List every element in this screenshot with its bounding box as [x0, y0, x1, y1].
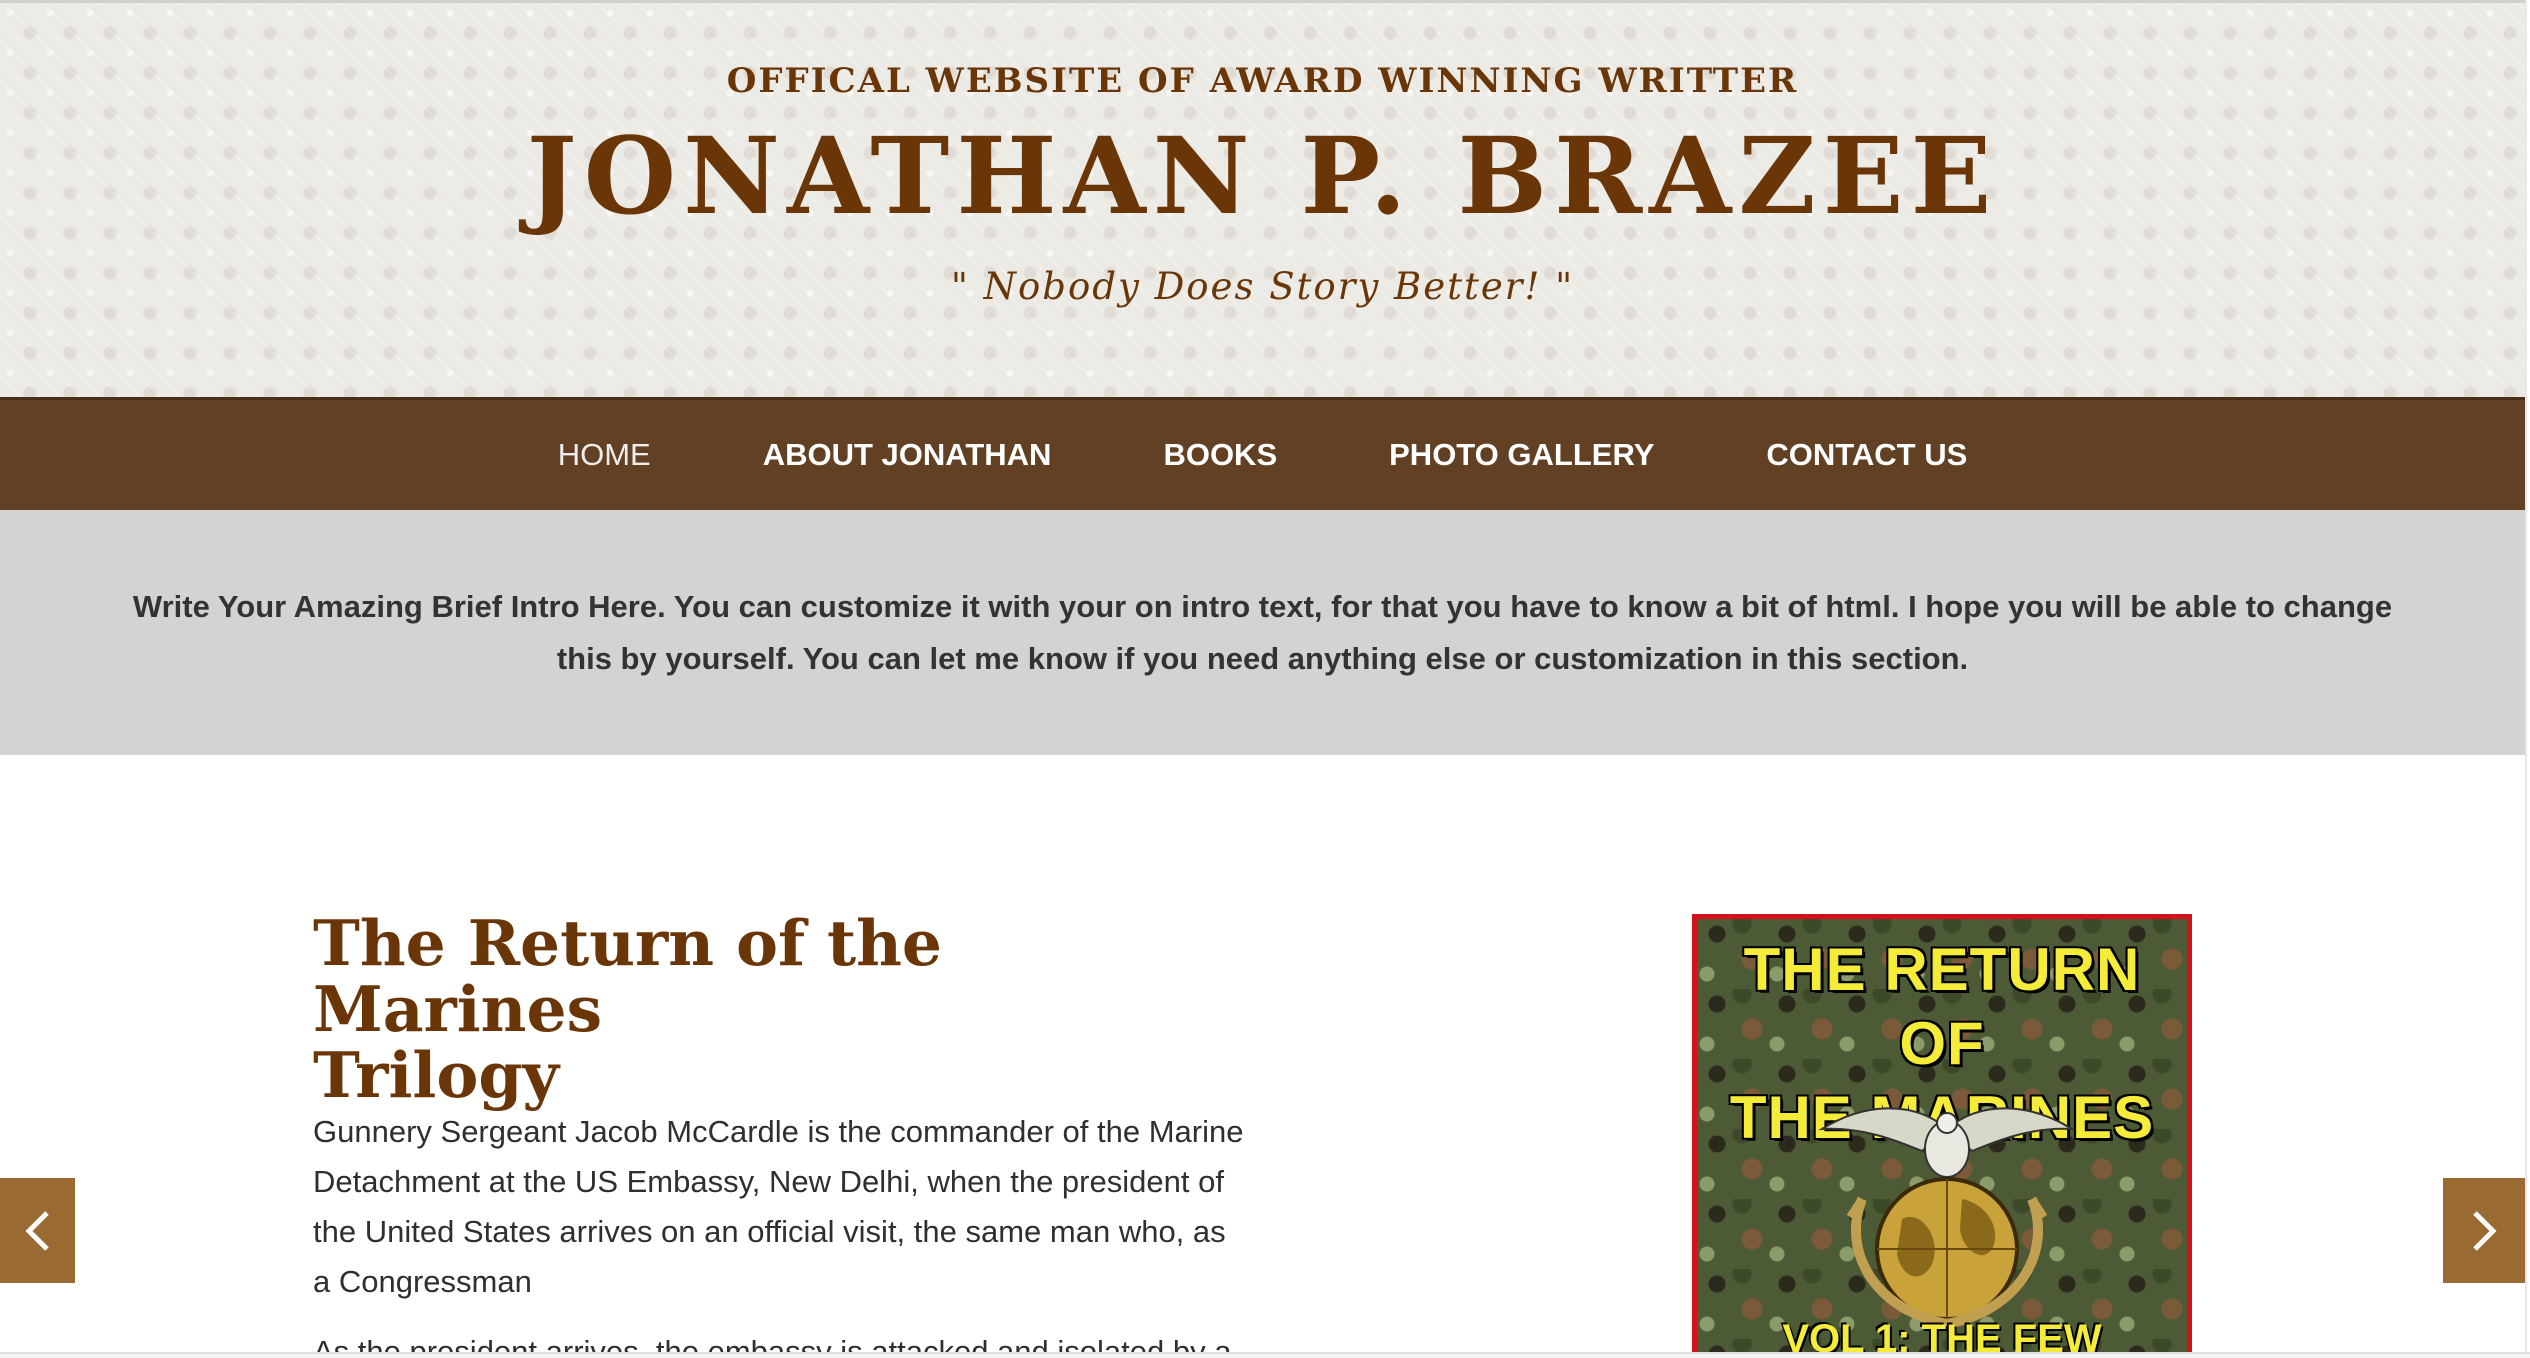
main-nav: HOME ABOUT JONATHAN BOOKS PHOTO GALLERY … [0, 397, 2525, 510]
nav-item-home[interactable]: HOME [558, 437, 651, 473]
nav-item-photo-gallery[interactable]: PHOTO GALLERY [1389, 437, 1654, 473]
site-header: OFFICAL WEBSITE OF AWARD WINNING WRITTER… [0, 0, 2525, 397]
nav-item-contact-us[interactable]: CONTACT US [1766, 437, 1967, 473]
header-motto: " Nobody Does Story Better! " [950, 265, 1575, 308]
chevron-right-icon [2473, 1210, 2497, 1251]
slide-title-line2: Trilogy [313, 1038, 560, 1112]
slide-title-line1: The Return of the Marines [313, 906, 943, 1046]
slider-prev-button[interactable] [0, 1178, 75, 1283]
intro-section: Write Your Amazing Brief Intro Here. You… [0, 510, 2525, 755]
scrollbar-track [2525, 0, 2530, 1358]
chevron-left-icon [24, 1210, 49, 1251]
book-cover-image[interactable]: THE RETURN OF THE MARINES VOL 1: THE FEW [1692, 914, 2192, 1358]
marine-emblem-icon [1818, 1107, 2076, 1330]
book-cover-title-line1: THE RETURN OF [1743, 936, 2141, 1077]
slide-description: Gunnery Sergeant Jacob McCardle is the c… [313, 1107, 1248, 1358]
slider-next-button[interactable] [2443, 1178, 2525, 1283]
header-tagline: OFFICAL WEBSITE OF AWARD WINNING WRITTER [726, 61, 1799, 101]
page: OFFICAL WEBSITE OF AWARD WINNING WRITTER… [0, 0, 2530, 1358]
nav-item-books[interactable]: BOOKS [1163, 437, 1277, 473]
intro-text: Write Your Amazing Brief Intro Here. You… [132, 588, 2393, 676]
nav-item-about-jonathan[interactable]: ABOUT JONATHAN [763, 437, 1052, 473]
page-bottom-edge [0, 1352, 2530, 1358]
slide-title: The Return of the Marines Trilogy [313, 910, 1213, 1108]
site-title[interactable]: JONATHAN P. BRAZEE [0, 123, 2525, 229]
slide-paragraph: Gunnery Sergeant Jacob McCardle is the c… [313, 1114, 1244, 1299]
